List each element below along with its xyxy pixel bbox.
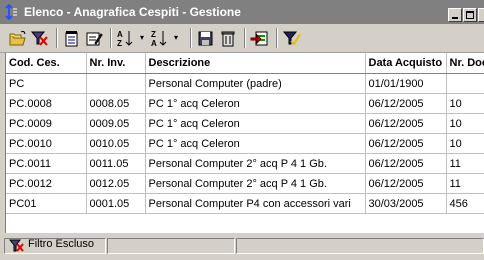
toolbar-separator: [276, 28, 278, 48]
cell-descrizione: PC 1° acq Celeron: [145, 133, 366, 154]
cell-nr-inv: 0012.05: [86, 173, 146, 194]
sort-za-icon[interactable]: Z A: [150, 29, 170, 48]
cell-descrizione: Personal Computer 2° acq P 4 1 Gb.: [145, 173, 366, 194]
cell-data-acquisto: 01/01/1900: [365, 73, 447, 94]
open-folder-icon[interactable]: [8, 29, 28, 48]
table-row[interactable]: PC.0012 0012.05 Personal Computer 2° acq…: [6, 173, 484, 194]
maximize-button[interactable]: [463, 8, 477, 22]
title-bar: Elenco - Anagrafica Cespiti - Gestione: [0, 0, 484, 24]
save-icon[interactable]: [196, 29, 216, 48]
clear-filter-icon[interactable]: [30, 29, 50, 48]
chevron-down-icon[interactable]: ▾: [140, 33, 147, 43]
cell-nr-doc: 456: [446, 193, 484, 214]
svg-text:A: A: [117, 30, 123, 39]
cell-data-acquisto: 06/12/2005: [365, 93, 447, 114]
cell-data-acquisto: 30/03/2005: [365, 193, 447, 214]
svg-text:Z: Z: [117, 39, 122, 48]
cell-nr-doc: 10: [446, 113, 484, 134]
filter-icon[interactable]: [282, 29, 302, 48]
window-title: Elenco - Anagrafica Cespiti - Gestione: [24, 5, 241, 19]
toolbar-separator: [56, 28, 58, 48]
edit-record-icon[interactable]: [84, 29, 104, 48]
status-filter-text: Filtro Escluso: [28, 238, 95, 250]
cell-nr-inv: 0009.05: [86, 113, 146, 134]
chevron-down-icon[interactable]: ▾: [174, 33, 181, 43]
column-header-descrizione[interactable]: Descrizione: [145, 53, 366, 74]
cell-cod-ces: PC.0010: [6, 133, 87, 154]
cell-data-acquisto: 06/12/2005: [365, 173, 447, 194]
cell-nr-inv: 0008.05: [86, 93, 146, 114]
cell-descrizione: Personal Computer P4 con accessori vari: [145, 193, 366, 214]
cell-nr-doc: 11: [446, 153, 484, 174]
cell-nr-inv: 0001.05: [86, 193, 146, 214]
column-header-cod-ces[interactable]: Cod. Ces.: [6, 53, 87, 74]
sort-az-icon[interactable]: A Z: [116, 29, 136, 48]
cell-data-acquisto: 06/12/2005: [365, 153, 447, 174]
header-row: Cod. Ces. Nr. Inv. Descrizione Data Acqu…: [6, 53, 484, 74]
cell-descrizione: Personal Computer (padre): [145, 73, 366, 94]
cell-data-acquisto: 06/12/2005: [365, 113, 447, 134]
export-icon[interactable]: [250, 29, 270, 48]
svg-text:A: A: [151, 39, 157, 48]
cell-nr-doc: 11: [446, 173, 484, 194]
trash-icon[interactable]: [218, 29, 238, 48]
cell-nr-doc: [446, 73, 484, 94]
cell-cod-ces: PC.0012: [6, 173, 87, 194]
column-header-data-acquisto[interactable]: Data Acquisto: [365, 53, 447, 74]
cell-nr-doc: 10: [446, 133, 484, 154]
filter-off-icon: [8, 239, 25, 256]
toolbar-separator: [190, 28, 192, 48]
cell-cod-ces: PC.0011: [6, 153, 87, 174]
delete-record-icon[interactable]: [62, 29, 82, 48]
table-row[interactable]: PC01 0001.05 Personal Computer P4 con ac…: [6, 193, 484, 214]
status-panel: [236, 238, 484, 254]
cell-nr-inv: [86, 73, 146, 94]
column-header-nr-doc[interactable]: Nr. Doc: [446, 53, 484, 74]
cell-cod-ces: PC.0009: [6, 113, 87, 134]
toolbar: A Z ▾ Z A ▾: [0, 24, 484, 53]
table-row[interactable]: PC.0009 0009.05 PC 1° acq Celeron 06/12/…: [6, 113, 484, 134]
cell-cod-ces: PC01: [6, 193, 87, 214]
svg-text:Z: Z: [151, 30, 156, 39]
minimize-button[interactable]: [448, 8, 462, 22]
cell-descrizione: PC 1° acq Celeron: [145, 93, 366, 114]
cell-descrizione: Personal Computer 2° acq P 4 1 Gb.: [145, 153, 366, 174]
close-button[interactable]: [478, 8, 484, 22]
toolbar-separator: [110, 28, 112, 48]
cell-data-acquisto: 06/12/2005: [365, 133, 447, 154]
cell-nr-doc: 10: [446, 93, 484, 114]
status-bar: Filtro Escluso: [0, 236, 484, 260]
table-row[interactable]: PC.0011 0011.05 Personal Computer 2° acq…: [6, 153, 484, 174]
table-row[interactable]: PC.0010 0010.05 PC 1° acq Celeron 06/12/…: [6, 133, 484, 154]
cell-descrizione: PC 1° acq Celeron: [145, 113, 366, 134]
cell-cod-ces: PC: [6, 73, 87, 94]
status-panel: [107, 238, 235, 254]
cell-nr-inv: 0011.05: [86, 153, 146, 174]
cespiti-table: Cod. Ces. Nr. Inv. Descrizione Data Acqu…: [6, 53, 484, 214]
toolbar-separator: [244, 28, 246, 48]
window-icon: [4, 3, 18, 21]
table-row[interactable]: PC.0008 0008.05 PC 1° acq Celeron 06/12/…: [6, 93, 484, 114]
data-grid[interactable]: Cod. Ces. Nr. Inv. Descrizione Data Acqu…: [5, 53, 484, 233]
cell-nr-inv: 0010.05: [86, 133, 146, 154]
table-row[interactable]: PC Personal Computer (padre) 01/01/1900: [6, 73, 484, 94]
column-header-nr-inv[interactable]: Nr. Inv.: [86, 53, 146, 74]
cell-cod-ces: PC.0008: [6, 93, 87, 114]
